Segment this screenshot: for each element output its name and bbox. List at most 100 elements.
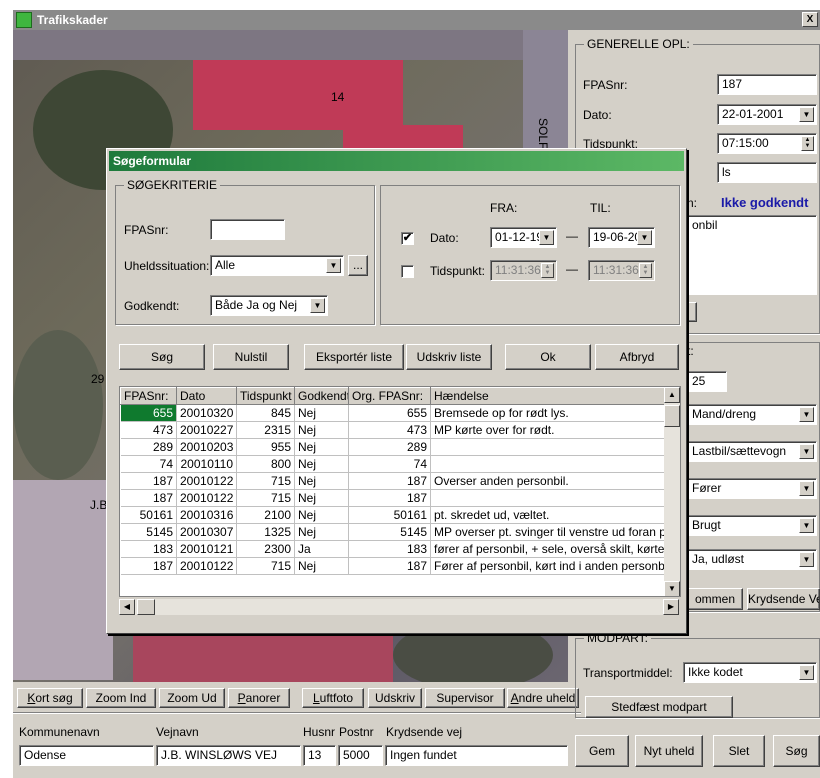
slet-button[interactable]: Slet bbox=[713, 735, 765, 767]
table-cell[interactable]: Fører af personbil, kørt ind i anden per… bbox=[430, 557, 666, 575]
table-cell[interactable]: 2300 bbox=[236, 540, 295, 558]
table-cell[interactable]: 20010122 bbox=[176, 489, 237, 507]
postnr-field[interactable]: 5000 bbox=[338, 745, 383, 766]
uheld-field[interactable]: Alle ▼ bbox=[210, 255, 344, 276]
table-cell[interactable]: Nej bbox=[294, 421, 349, 439]
column-header[interactable]: FPASnr: bbox=[120, 387, 177, 405]
table-cell[interactable]: 50161 bbox=[348, 506, 431, 524]
table-cell[interactable]: Ja bbox=[294, 540, 349, 558]
chevron-down-icon[interactable]: ▼ bbox=[799, 481, 814, 496]
table-cell[interactable]: 473 bbox=[120, 421, 177, 439]
table-cell[interactable]: 289 bbox=[120, 438, 177, 456]
chevron-down-icon[interactable]: ▼ bbox=[799, 665, 814, 680]
table-cell[interactable]: 20010320 bbox=[176, 404, 237, 422]
table-row[interactable]: 74 20010110 800 Nej 74 bbox=[120, 455, 666, 473]
notes-field[interactable]: onbil bbox=[687, 215, 817, 295]
table-cell[interactable]: 20010122 bbox=[176, 557, 237, 575]
table-row[interactable]: 187 20010122 715 Nej 187 bbox=[120, 489, 666, 507]
table-cell[interactable]: 655 bbox=[120, 404, 177, 422]
table-cell[interactable]: 715 bbox=[236, 489, 295, 507]
table-row[interactable]: 473 20010227 2315 Nej 473 MP kørte over for r… bbox=[120, 421, 666, 439]
chevron-down-icon[interactable]: ▼ bbox=[310, 298, 325, 313]
sel2-field[interactable]: Lastbil/sættevogn ▼ bbox=[687, 441, 817, 462]
ok-button[interactable]: Ok bbox=[505, 344, 591, 370]
table-cell[interactable]: Nej bbox=[294, 557, 349, 575]
transport-field[interactable]: Ikke kodet ▼ bbox=[683, 662, 817, 683]
chevron-down-icon[interactable]: ▼ bbox=[799, 552, 814, 567]
table-cell[interactable]: fører af personbil, + sele, overså skilt… bbox=[430, 540, 666, 558]
chevron-down-icon[interactable]: ▼ bbox=[326, 258, 341, 273]
table-cell[interactable]: 2100 bbox=[236, 506, 295, 524]
column-header[interactable]: Dato bbox=[176, 387, 237, 405]
vertical-scrollbar[interactable]: ▲ ▼ bbox=[664, 387, 680, 596]
chevron-down-icon[interactable]: ▼ bbox=[799, 518, 814, 533]
table-row[interactable]: 50161 20010316 2100 Nej 50161 pt. skredet ud,… bbox=[120, 506, 666, 524]
andre-uheld-button[interactable]: Andre uheld bbox=[507, 688, 579, 708]
table-cell[interactable]: MP overser pt. svinger til venstre ud fo… bbox=[430, 523, 666, 541]
horizontal-scrollbar[interactable]: ◀ ▶ bbox=[119, 599, 679, 615]
zoom-out-button[interactable]: Zoom Ud bbox=[159, 688, 225, 708]
tid-field[interactable]: 07:15:00 ▲ ▼ bbox=[717, 133, 817, 154]
table-cell[interactable]: Bremsede op for rødt lys. bbox=[430, 404, 666, 422]
table-cell[interactable]: 289 bbox=[348, 438, 431, 456]
table-row[interactable]: 655 20010320 845 Nej 655 Bremsede op for rødt… bbox=[120, 404, 666, 422]
init-field[interactable]: ls bbox=[717, 162, 817, 183]
sog-button[interactable]: Søg bbox=[773, 735, 820, 767]
table-cell[interactable]: 655 bbox=[348, 404, 431, 422]
sel3-field[interactable]: Fører ▼ bbox=[687, 478, 817, 499]
table-cell[interactable]: 187 bbox=[120, 489, 177, 507]
fpas-field[interactable]: 187 bbox=[717, 74, 817, 95]
table-cell[interactable]: 50161 bbox=[120, 506, 177, 524]
luftfoto-button[interactable]: Luftfoto bbox=[302, 688, 364, 708]
chevron-down-icon[interactable]: ▼ bbox=[799, 407, 814, 422]
ellipsis-button[interactable]: ... bbox=[348, 255, 368, 276]
dato-fra-field[interactable]: 01-12-19 ▼ bbox=[490, 227, 557, 248]
dialog-sog-button[interactable]: Søg bbox=[119, 344, 205, 370]
table-cell[interactable]: 20010316 bbox=[176, 506, 237, 524]
table-cell[interactable]: Overser anden personbil. bbox=[430, 472, 666, 490]
table-cell[interactable]: 183 bbox=[120, 540, 177, 558]
husnr-field[interactable]: 13 bbox=[303, 745, 336, 766]
table-cell[interactable]: 20010203 bbox=[176, 438, 237, 456]
dato-checkbox[interactable]: ✔ bbox=[401, 232, 414, 245]
table-cell[interactable]: 187 bbox=[120, 557, 177, 575]
table-cell[interactable]: 715 bbox=[236, 472, 295, 490]
stedfaest-modpart-button[interactable]: Stedfæst modpart bbox=[585, 696, 733, 718]
table-cell[interactable]: MP kørte over for rødt. bbox=[430, 421, 666, 439]
tid-checkbox[interactable] bbox=[401, 265, 414, 278]
partial-button[interactable] bbox=[687, 302, 697, 322]
table-cell[interactable]: 5145 bbox=[120, 523, 177, 541]
tid-fra-field[interactable]: 11:31:36 ▲ ▼ bbox=[490, 260, 557, 281]
scroll-thumb[interactable] bbox=[664, 405, 680, 427]
table-cell[interactable]: Nej bbox=[294, 523, 349, 541]
chevron-down-icon[interactable]: ▼ bbox=[799, 107, 814, 122]
table-cell[interactable]: Nej bbox=[294, 489, 349, 507]
udskriv-button[interactable]: Udskriv bbox=[368, 688, 422, 708]
age-field[interactable]: 25 bbox=[687, 371, 727, 392]
table-cell[interactable]: 955 bbox=[236, 438, 295, 456]
table-row[interactable]: 289 20010203 955 Nej 289 bbox=[120, 438, 666, 456]
table-cell[interactable]: 74 bbox=[348, 455, 431, 473]
scroll-down-icon[interactable]: ▼ bbox=[664, 581, 680, 596]
kommune-field[interactable]: Odense bbox=[19, 745, 154, 766]
table-cell[interactable]: 20010227 bbox=[176, 421, 237, 439]
eksport-button[interactable]: Eksportér liste bbox=[304, 344, 404, 370]
table-cell[interactable]: 473 bbox=[348, 421, 431, 439]
table-cell[interactable]: pt. skredet ud, væltet. bbox=[430, 506, 666, 524]
vej-field[interactable]: J.B. WINSLØWS VEJ bbox=[156, 745, 301, 766]
close-button[interactable]: X bbox=[802, 12, 818, 27]
table-cell[interactable]: 187 bbox=[348, 472, 431, 490]
krydsende-vej-button[interactable]: Krydsende Vej bbox=[747, 588, 820, 610]
table-cell[interactable]: 183 bbox=[348, 540, 431, 558]
chevron-down-icon[interactable]: ▼ bbox=[539, 230, 554, 245]
scroll-up-icon[interactable]: ▲ bbox=[664, 387, 680, 403]
table-row[interactable]: 187 20010122 715 Nej 187 Fører af personbil, … bbox=[120, 557, 666, 575]
table-cell[interactable]: 715 bbox=[236, 557, 295, 575]
table-cell[interactable]: Nej bbox=[294, 404, 349, 422]
column-header[interactable]: Tidspunkt bbox=[236, 387, 295, 405]
afbryd-button[interactable]: Afbryd bbox=[595, 344, 679, 370]
chevron-down-icon[interactable]: ▼ bbox=[637, 230, 652, 245]
table-row[interactable]: 183 20010121 2300 Ja 183 fører af personbil, … bbox=[120, 540, 666, 558]
table-cell[interactable]: Nej bbox=[294, 438, 349, 456]
column-header[interactable]: Org. FPASnr: bbox=[348, 387, 431, 405]
